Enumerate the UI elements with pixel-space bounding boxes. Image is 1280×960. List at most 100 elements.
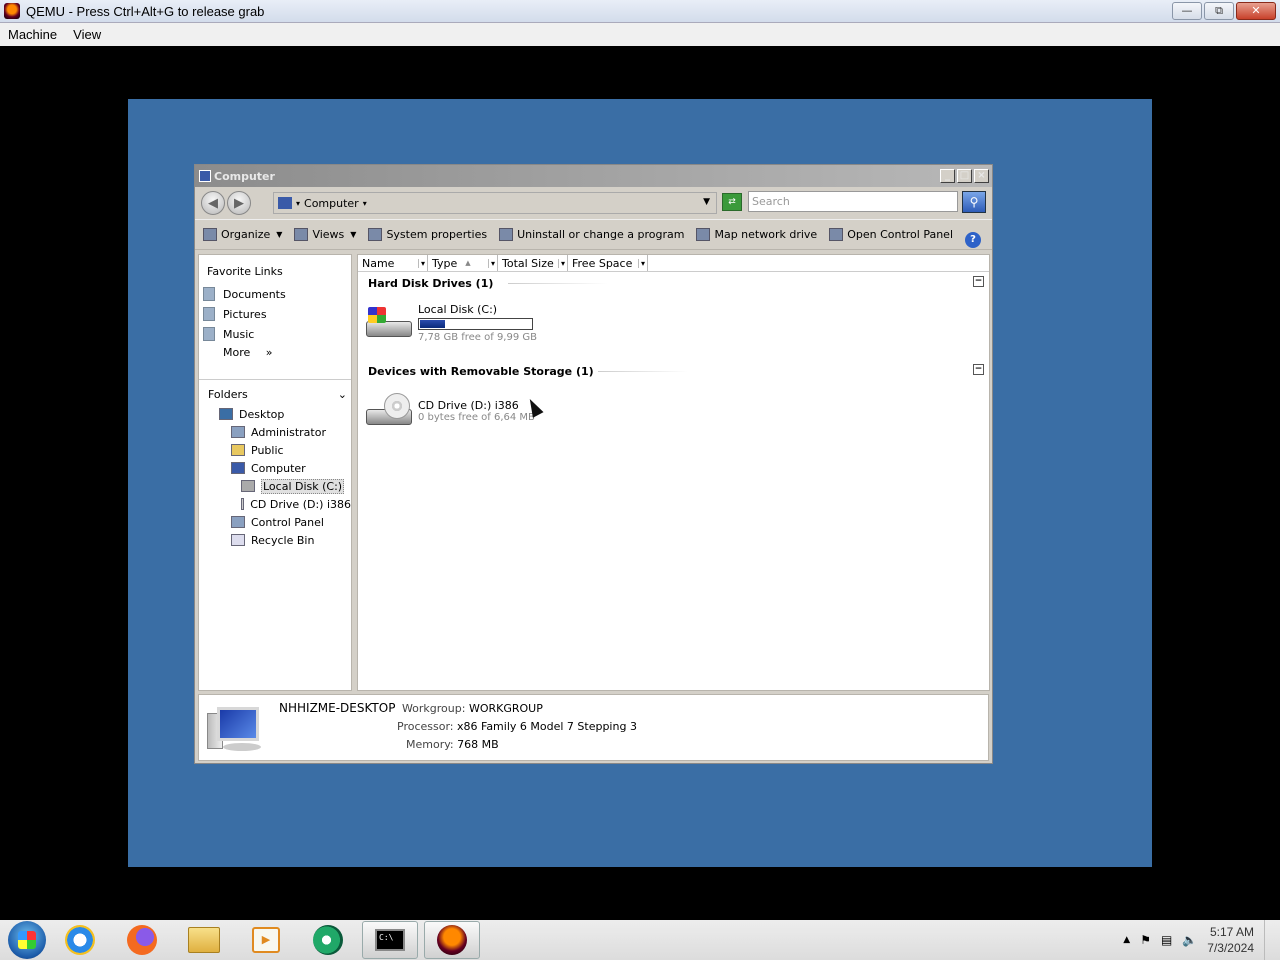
taskbar-qemu[interactable]	[424, 921, 480, 959]
cd-drive-icon	[366, 393, 414, 429]
help-icon[interactable]: ?	[965, 232, 981, 248]
breadcrumb-arrow-icon[interactable]: ▾	[296, 199, 300, 208]
search-icon[interactable]: ⚲	[962, 191, 986, 213]
taskbar-file-explorer[interactable]	[176, 921, 232, 959]
folders-section: Folders ⌄ Desktop Administrator Public Co…	[199, 379, 351, 549]
taskbar-command-prompt[interactable]: C:\	[362, 921, 418, 959]
menu-view[interactable]: View	[65, 27, 109, 42]
processor-row: Processor: x86 Family 6 Model 7 Stepping…	[397, 720, 637, 733]
drive-free-space: 0 bytes free of 6,64 MB	[418, 412, 535, 423]
tree-item-desktop[interactable]: Desktop	[199, 405, 351, 423]
refresh-icon[interactable]: ⇄	[722, 193, 742, 211]
minimize-button[interactable]: _	[940, 169, 955, 183]
column-headers: Name ▾ Type ▲ ▾ Total Size ▾ Free Space ▾	[358, 255, 989, 272]
column-label: Free Space	[572, 256, 633, 270]
group-hard-disk-drives[interactable]: Hard Disk Drives (1) −	[358, 272, 989, 294]
start-button[interactable]	[8, 921, 46, 959]
tree-item-public[interactable]: Public	[199, 441, 351, 459]
views-button[interactable]: Views ▼	[294, 228, 356, 241]
volume-muted-icon[interactable]: 🔈	[1182, 933, 1197, 947]
organize-button[interactable]: Organize ▼	[203, 228, 282, 241]
maximize-button[interactable]: □	[957, 169, 972, 183]
media-player-icon: ▶	[252, 927, 280, 953]
collapse-icon[interactable]: −	[973, 276, 984, 287]
show-desktop-button[interactable]	[1264, 920, 1270, 960]
dropdown-icon[interactable]: ▾	[557, 258, 565, 268]
folders-header[interactable]: Folders ⌄	[199, 382, 351, 405]
tree-label: Local Disk (C:)	[261, 478, 345, 494]
tree-item-computer[interactable]: Computer	[199, 459, 351, 477]
address-box[interactable]: ▾ Computer ▾ ▼	[273, 192, 717, 214]
tree-label: Computer	[251, 461, 306, 475]
folder-icon	[231, 444, 245, 456]
back-button[interactable]: ◀	[201, 191, 225, 215]
taskbar-media-player[interactable]: ▶	[238, 921, 294, 959]
favorite-links-heading: Favorite Links	[207, 265, 283, 278]
control-panel-label: Open Control Panel	[847, 228, 953, 241]
favorite-pictures[interactable]: Pictures	[199, 304, 351, 324]
system-properties-label: System properties	[386, 228, 488, 241]
forward-button[interactable]: ▶	[227, 191, 251, 215]
tree-item-control-panel[interactable]: Control Panel	[199, 513, 351, 531]
column-label: Total Size	[502, 256, 554, 270]
more-favorites-button[interactable]: More »	[199, 346, 351, 359]
drive-item-d[interactable]: CD Drive (D:) i386 0 bytes free of 6,64 …	[358, 382, 989, 440]
windows-logo-icon	[18, 931, 36, 949]
tree-label: Desktop	[239, 407, 285, 421]
tree-item-administrator[interactable]: Administrator	[199, 423, 351, 441]
tree-item-cd-drive[interactable]: CD Drive (D:) i386	[199, 495, 351, 513]
open-control-panel-button[interactable]: Open Control Panel	[829, 228, 953, 241]
show-hidden-icons-icon[interactable]: ▲	[1123, 935, 1130, 945]
desktop-icon	[219, 408, 233, 420]
favorite-documents[interactable]: Documents	[199, 284, 351, 304]
recycle-bin-icon	[231, 534, 245, 546]
column-total-size[interactable]: Total Size ▾	[498, 255, 568, 271]
qemu-minimize-button[interactable]: —	[1172, 2, 1202, 20]
favorite-label: Pictures	[223, 307, 267, 321]
column-type[interactable]: Type ▲ ▾	[428, 255, 498, 271]
menu-machine[interactable]: Machine	[0, 27, 65, 42]
qemu-restore-button[interactable]: ⧉	[1204, 2, 1234, 20]
breadcrumb-computer[interactable]: Computer	[304, 197, 359, 210]
favorite-music[interactable]: Music	[199, 324, 351, 344]
favorite-label: Documents	[223, 287, 286, 301]
dropdown-icon[interactable]: ▾	[637, 258, 645, 268]
taskbar-internet-explorer[interactable]	[52, 921, 108, 959]
terminal-icon: C:\	[375, 929, 405, 951]
map-network-drive-button[interactable]: Map network drive	[696, 228, 817, 241]
file-list-pane: Name ▾ Type ▲ ▾ Total Size ▾ Free Space ▾ Har…	[357, 254, 990, 691]
address-bar-row: ◀ ▶ ▾ Computer ▾ ▼ ⇄ Search ⚲	[195, 187, 992, 219]
group-removable-storage[interactable]: Devices with Removable Storage (1) −	[358, 360, 989, 382]
control-panel-icon	[829, 228, 844, 241]
group-divider	[508, 283, 608, 284]
uninstall-button[interactable]: Uninstall or change a program	[499, 228, 684, 241]
firefox-icon	[127, 925, 157, 955]
close-button[interactable]: ×	[974, 169, 989, 183]
collapse-icon[interactable]: −	[973, 364, 984, 375]
taskbar-app[interactable]	[300, 921, 356, 959]
action-center-flag-icon[interactable]: ⚑	[1140, 933, 1151, 947]
user-folder-icon	[231, 426, 245, 438]
tree-item-recycle-bin[interactable]: Recycle Bin	[199, 531, 351, 549]
folder-icon	[188, 927, 220, 953]
computer-small-icon	[278, 197, 292, 209]
search-input[interactable]: Search	[748, 191, 958, 212]
taskbar-firefox[interactable]	[114, 921, 170, 959]
clock-time: 5:17 AM	[1209, 925, 1254, 939]
explorer-window: Computer _ □ × ◀ ▶ ▾ Computer ▾ ▼ ⇄ Sear…	[194, 164, 993, 764]
breadcrumb-dropdown-icon[interactable]: ▾	[363, 199, 367, 208]
system-properties-icon	[368, 228, 383, 241]
column-free-space[interactable]: Free Space ▾	[568, 255, 648, 271]
qemu-close-button[interactable]: ✕	[1236, 2, 1276, 20]
system-properties-button[interactable]: System properties	[368, 228, 487, 241]
clock[interactable]: 5:17 AM 7/3/2024	[1207, 924, 1254, 956]
column-name[interactable]: Name ▾	[358, 255, 428, 271]
dropdown-icon[interactable]: ▾	[487, 258, 495, 268]
tree-label: CD Drive (D:) i386	[250, 497, 351, 511]
drive-item-c[interactable]: Local Disk (C:) 7,78 GB free of 9,99 GB	[358, 294, 989, 352]
tree-item-local-disk[interactable]: Local Disk (C:)	[199, 477, 351, 495]
network-icon[interactable]: ▤	[1161, 933, 1172, 947]
address-history-icon[interactable]: ▼	[703, 197, 710, 207]
group-divider	[598, 371, 688, 372]
dropdown-icon[interactable]: ▾	[417, 258, 425, 268]
